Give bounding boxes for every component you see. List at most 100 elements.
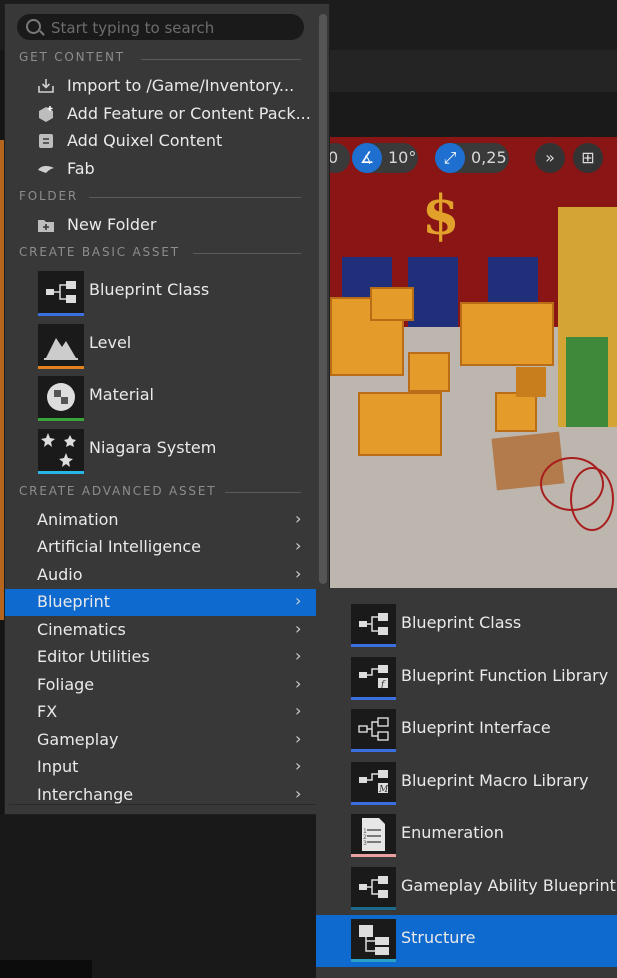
viewport-layout-icon[interactable]: ⊞ — [573, 143, 603, 173]
add-content-pack-menu-item[interactable]: Add Feature or Content Pack... — [5, 100, 317, 128]
enumeration-icon: 123 — [351, 814, 396, 854]
submenu-blueprint-macro-library[interactable]: M Blueprint Macro Library — [316, 758, 617, 810]
chevron-right-icon: › — [295, 674, 302, 693]
chevron-right-icon: › — [295, 701, 302, 720]
basic-asset-label: Material — [89, 385, 154, 404]
add-content-pack-label: Add Feature or Content Pack... — [67, 104, 311, 123]
category-blueprint[interactable]: Blueprint › — [5, 589, 317, 616]
viewport-toolbar: 0 10° ∡ 0,25 ⤢ » ⊞ — [330, 137, 617, 181]
category-cinematics[interactable]: Cinematics › — [5, 617, 317, 644]
basic-asset-niagara-system[interactable]: Niagara System — [5, 426, 317, 478]
asset-color-bar — [38, 366, 84, 369]
chevron-right-icon: › — [295, 619, 302, 638]
section-folder: FOLDER — [19, 189, 78, 203]
submenu-blueprint-class[interactable]: Blueprint Class — [316, 600, 617, 652]
submenu-gameplay-ability-blueprint[interactable]: Gameplay Ability Blueprint — [316, 863, 617, 915]
viewport-crate — [408, 352, 450, 392]
blueprint-icon — [351, 867, 396, 907]
chevron-right-icon: › — [295, 756, 302, 775]
section-divider — [193, 253, 301, 254]
basic-asset-level[interactable]: Level — [5, 321, 317, 373]
more-options-icon[interactable]: » — [535, 143, 565, 173]
rotation-snap-icon[interactable]: ∡ — [352, 143, 382, 173]
chevron-right-icon: › — [295, 646, 302, 665]
niagara-icon — [38, 429, 84, 471]
search-input[interactable] — [49, 16, 303, 40]
search-box[interactable] — [17, 14, 304, 40]
category-label: Input — [37, 757, 79, 776]
submenu-item-label: Gameplay Ability Blueprint — [401, 876, 616, 895]
viewport-dollar-sign: $ — [422, 183, 460, 247]
category-label: Editor Utilities — [37, 647, 150, 666]
blueprint-macro-icon: M — [351, 762, 396, 802]
asset-color-bar — [351, 907, 396, 910]
asset-color-bar — [351, 749, 396, 752]
section-get-content: GET CONTENT — [19, 50, 125, 64]
viewport-crate — [358, 392, 442, 456]
asset-color-bar — [351, 644, 396, 647]
submenu-item-label: Blueprint Macro Library — [401, 771, 589, 790]
category-editor-utilities[interactable]: Editor Utilities › — [5, 644, 317, 671]
import-menu-item[interactable]: Import to /Game/Inventory... — [5, 72, 317, 100]
category-label: Gameplay — [37, 730, 119, 749]
structure-icon — [351, 919, 396, 959]
asset-color-bar — [351, 854, 396, 857]
category-fx[interactable]: FX › — [5, 699, 317, 726]
asset-color-bar — [351, 697, 396, 700]
chevron-right-icon: › — [295, 784, 302, 803]
asset-color-bar — [351, 959, 396, 962]
submenu-blueprint-interface[interactable]: Blueprint Interface — [316, 705, 617, 757]
quixel-icon — [37, 132, 55, 150]
section-create-advanced-asset: CREATE ADVANCED ASSET — [19, 484, 217, 498]
editor-tab-strip — [330, 92, 617, 137]
fab-menu-item[interactable]: Fab — [5, 155, 317, 183]
level-viewport[interactable]: $ 0 10° ∡ 0,25 ⤢ » ⊞ — [330, 137, 617, 588]
status-bar-segment — [0, 960, 92, 978]
submenu-structure[interactable]: Structure — [316, 915, 617, 967]
scale-snap-icon[interactable]: ⤢ — [435, 143, 465, 173]
category-input[interactable]: Input › — [5, 754, 317, 781]
category-label: Audio — [37, 565, 83, 584]
submenu-item-label: Enumeration — [401, 823, 504, 842]
new-folder-label: New Folder — [67, 215, 157, 234]
asset-color-bar — [351, 802, 396, 805]
basic-asset-label: Level — [89, 333, 132, 352]
section-divider — [141, 59, 301, 60]
content-pack-icon — [37, 105, 55, 123]
category-gameplay[interactable]: Gameplay › — [5, 727, 317, 754]
section-divider — [89, 197, 301, 198]
basic-asset-label: Blueprint Class — [89, 280, 210, 299]
category-animation[interactable]: Animation › — [5, 507, 317, 534]
submenu-enumeration[interactable]: 123 Enumeration — [316, 810, 617, 862]
section-create-basic-asset: CREATE BASIC ASSET — [19, 245, 180, 259]
category-audio[interactable]: Audio › — [5, 562, 317, 589]
submenu-item-label: Structure — [401, 928, 476, 947]
submenu-item-label: Blueprint Class — [401, 613, 522, 632]
chevron-right-icon: › — [295, 509, 302, 528]
add-quixel-menu-item[interactable]: Add Quixel Content — [5, 127, 317, 155]
submenu-blueprint-function-library[interactable]: f Blueprint Function Library — [316, 653, 617, 705]
asset-color-bar — [38, 313, 84, 316]
menu-scrollbar[interactable] — [319, 14, 327, 584]
basic-asset-blueprint-class[interactable]: Blueprint Class — [5, 268, 317, 320]
chevron-right-icon: › — [295, 729, 302, 748]
viewport-barrel — [516, 367, 546, 397]
viewport-partial-field[interactable]: 0 — [330, 143, 350, 173]
folder-add-icon — [37, 216, 55, 234]
category-artificial-intelligence[interactable]: Artificial Intelligence › — [5, 534, 317, 561]
chevron-right-icon: › — [295, 564, 302, 583]
import-label: Import to /Game/Inventory... — [67, 76, 295, 95]
basic-asset-material[interactable]: Material — [5, 373, 317, 425]
viewport-banner — [408, 257, 458, 327]
blueprint-interface-icon — [351, 709, 396, 749]
category-foliage[interactable]: Foliage › — [5, 672, 317, 699]
add-new-asset-menu: GET CONTENT Import to /Game/Inventory...… — [4, 3, 330, 815]
level-icon — [38, 324, 84, 366]
new-folder-menu-item[interactable]: New Folder — [5, 211, 317, 239]
svg-text:3: 3 — [363, 840, 367, 847]
category-label: Interchange — [37, 785, 134, 804]
viewport-crate — [370, 287, 414, 321]
content-browser-area — [0, 815, 330, 978]
submenu-item-label: Blueprint Function Library — [401, 666, 609, 685]
category-label: Cinematics — [37, 620, 126, 639]
